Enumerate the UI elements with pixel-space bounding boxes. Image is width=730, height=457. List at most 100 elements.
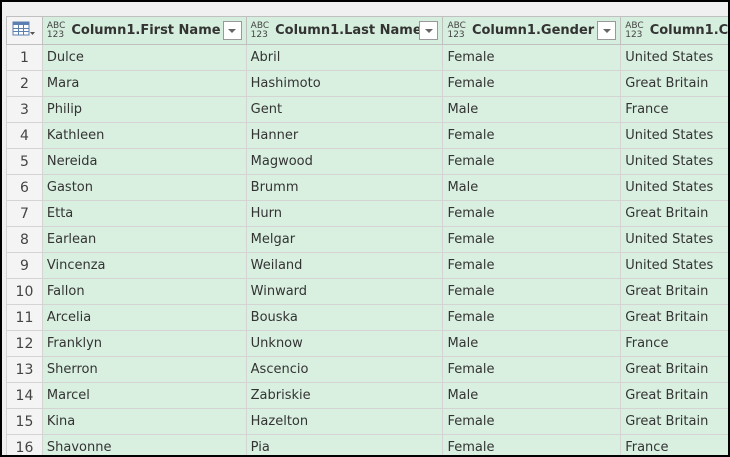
table-cell[interactable]: Mara <box>41 70 247 97</box>
table-cell[interactable]: Great Britain <box>620 408 728 435</box>
table-cell[interactable]: Female <box>442 122 622 149</box>
table-cell[interactable]: Female <box>442 70 622 97</box>
table-cell[interactable]: Ascencio <box>245 356 444 383</box>
any-type-icon[interactable]: ABC 123 <box>447 21 465 40</box>
column-header[interactable]: ABC 123 Column1.Country <box>620 16 728 45</box>
table-cell[interactable]: Gaston <box>41 174 247 201</box>
table-cell[interactable]: Earlean <box>41 226 247 253</box>
table-cell[interactable]: France <box>620 434 728 455</box>
table-cell[interactable]: Hurn <box>245 200 444 227</box>
table-cell[interactable]: Hazelton <box>245 408 444 435</box>
table-cell[interactable]: Great Britain <box>620 278 728 305</box>
row-number[interactable]: 7 <box>6 200 43 227</box>
column-header[interactable]: ABC 123 Column1.First Name <box>41 16 247 45</box>
table-row: 4 Kathleen Hanner Female United States <box>6 122 728 149</box>
table-cell[interactable]: Kina <box>41 408 247 435</box>
row-number[interactable]: 6 <box>6 174 43 201</box>
table-cell[interactable]: Great Britain <box>620 200 728 227</box>
row-number[interactable]: 12 <box>6 330 43 357</box>
table-cell[interactable]: France <box>620 330 728 357</box>
table-cell[interactable]: Marcel <box>41 382 247 409</box>
any-type-icon[interactable]: ABC 123 <box>251 21 269 40</box>
table-cell[interactable]: Gent <box>245 96 444 123</box>
table-cell[interactable]: Etta <box>41 200 247 227</box>
row-number[interactable]: 14 <box>6 382 43 409</box>
table-row: 16 Shavonne Pia Female France <box>6 434 728 455</box>
table-cell[interactable]: United States <box>620 148 728 175</box>
table-cell[interactable]: Female <box>442 356 622 383</box>
table-cell[interactable]: Great Britain <box>620 356 728 383</box>
row-number[interactable]: 11 <box>6 304 43 331</box>
table-cell[interactable]: Fallon <box>41 278 247 305</box>
table-cell[interactable]: Female <box>442 252 622 279</box>
table-cell[interactable]: Arcelia <box>41 304 247 331</box>
table-cell[interactable]: Female <box>442 148 622 175</box>
table-cell[interactable]: United States <box>620 174 728 201</box>
table-cell[interactable]: Franklyn <box>41 330 247 357</box>
table-cell[interactable]: Hashimoto <box>245 70 444 97</box>
row-number[interactable]: 4 <box>6 122 43 149</box>
table-cell[interactable]: Philip <box>41 96 247 123</box>
table-cell[interactable]: Bouska <box>245 304 444 331</box>
table-menu-button[interactable] <box>6 16 43 45</box>
table-cell[interactable]: Weiland <box>245 252 444 279</box>
row-number[interactable]: 9 <box>6 252 43 279</box>
column-header[interactable]: ABC 123 Column1.Gender <box>442 16 622 45</box>
table-cell[interactable]: Magwood <box>245 148 444 175</box>
row-number[interactable]: 5 <box>6 148 43 175</box>
table-cell[interactable]: Abril <box>245 44 444 71</box>
table-cell[interactable]: Female <box>442 226 622 253</box>
table-cell[interactable]: Great Britain <box>620 304 728 331</box>
table-icon <box>12 21 36 35</box>
table-cell[interactable]: Male <box>442 96 622 123</box>
table-cell[interactable]: United States <box>620 252 728 279</box>
table-cell[interactable]: United States <box>620 122 728 149</box>
table-cell[interactable]: Shavonne <box>41 434 247 455</box>
query-editor-preview: ABC 123 Column1.First Name ABC 123 Column1.… <box>2 2 728 455</box>
row-number[interactable]: 15 <box>6 408 43 435</box>
table-cell[interactable]: Female <box>442 408 622 435</box>
table-row: 13 Sherron Ascencio Female Great Britain <box>6 356 728 383</box>
table-cell[interactable]: Female <box>442 304 622 331</box>
table-cell[interactable]: Zabriskie <box>245 382 444 409</box>
table-cell[interactable]: Male <box>442 382 622 409</box>
row-number[interactable]: 10 <box>6 278 43 305</box>
filter-dropdown-button[interactable] <box>222 21 242 40</box>
table-cell[interactable]: Brumm <box>245 174 444 201</box>
filter-dropdown-button[interactable] <box>419 21 439 40</box>
column-header[interactable]: ABC 123 Column1.Last Name <box>245 16 444 45</box>
table-cell[interactable]: Male <box>442 330 622 357</box>
table-cell[interactable]: Vincenza <box>41 252 247 279</box>
table-row: 3 Philip Gent Male France <box>6 96 728 123</box>
row-number[interactable]: 1 <box>6 44 43 71</box>
table-cell[interactable]: Female <box>442 434 622 455</box>
table-cell[interactable]: Great Britain <box>620 382 728 409</box>
table-cell[interactable]: Kathleen <box>41 122 247 149</box>
table-cell[interactable]: United States <box>620 226 728 253</box>
row-number[interactable]: 8 <box>6 226 43 253</box>
table-cell[interactable]: Female <box>442 200 622 227</box>
column-name: Column1.Last Name <box>275 23 422 38</box>
row-number[interactable]: 3 <box>6 96 43 123</box>
table-cell[interactable]: France <box>620 96 728 123</box>
table-cell[interactable]: Unknow <box>245 330 444 357</box>
row-number[interactable]: 13 <box>6 356 43 383</box>
table-cell[interactable]: Dulce <box>41 44 247 71</box>
table-cell[interactable]: Sherron <box>41 356 247 383</box>
table-cell[interactable]: Male <box>442 174 622 201</box>
table-cell[interactable]: United States <box>620 44 728 71</box>
table-cell[interactable]: Winward <box>245 278 444 305</box>
column-name: Column1.Country <box>649 23 728 38</box>
table-cell[interactable]: Melgar <box>245 226 444 253</box>
table-cell[interactable]: Female <box>442 44 622 71</box>
table-cell[interactable]: Pia <box>245 434 444 455</box>
any-type-icon[interactable]: ABC 123 <box>625 21 643 40</box>
filter-dropdown-button[interactable] <box>597 21 617 40</box>
row-number[interactable]: 2 <box>6 70 43 97</box>
row-number[interactable]: 16 <box>6 434 43 455</box>
table-cell[interactable]: Nereida <box>41 148 247 175</box>
any-type-icon[interactable]: ABC 123 <box>47 21 65 40</box>
table-cell[interactable]: Female <box>442 278 622 305</box>
table-cell[interactable]: Great Britain <box>620 70 728 97</box>
table-cell[interactable]: Hanner <box>245 122 444 149</box>
